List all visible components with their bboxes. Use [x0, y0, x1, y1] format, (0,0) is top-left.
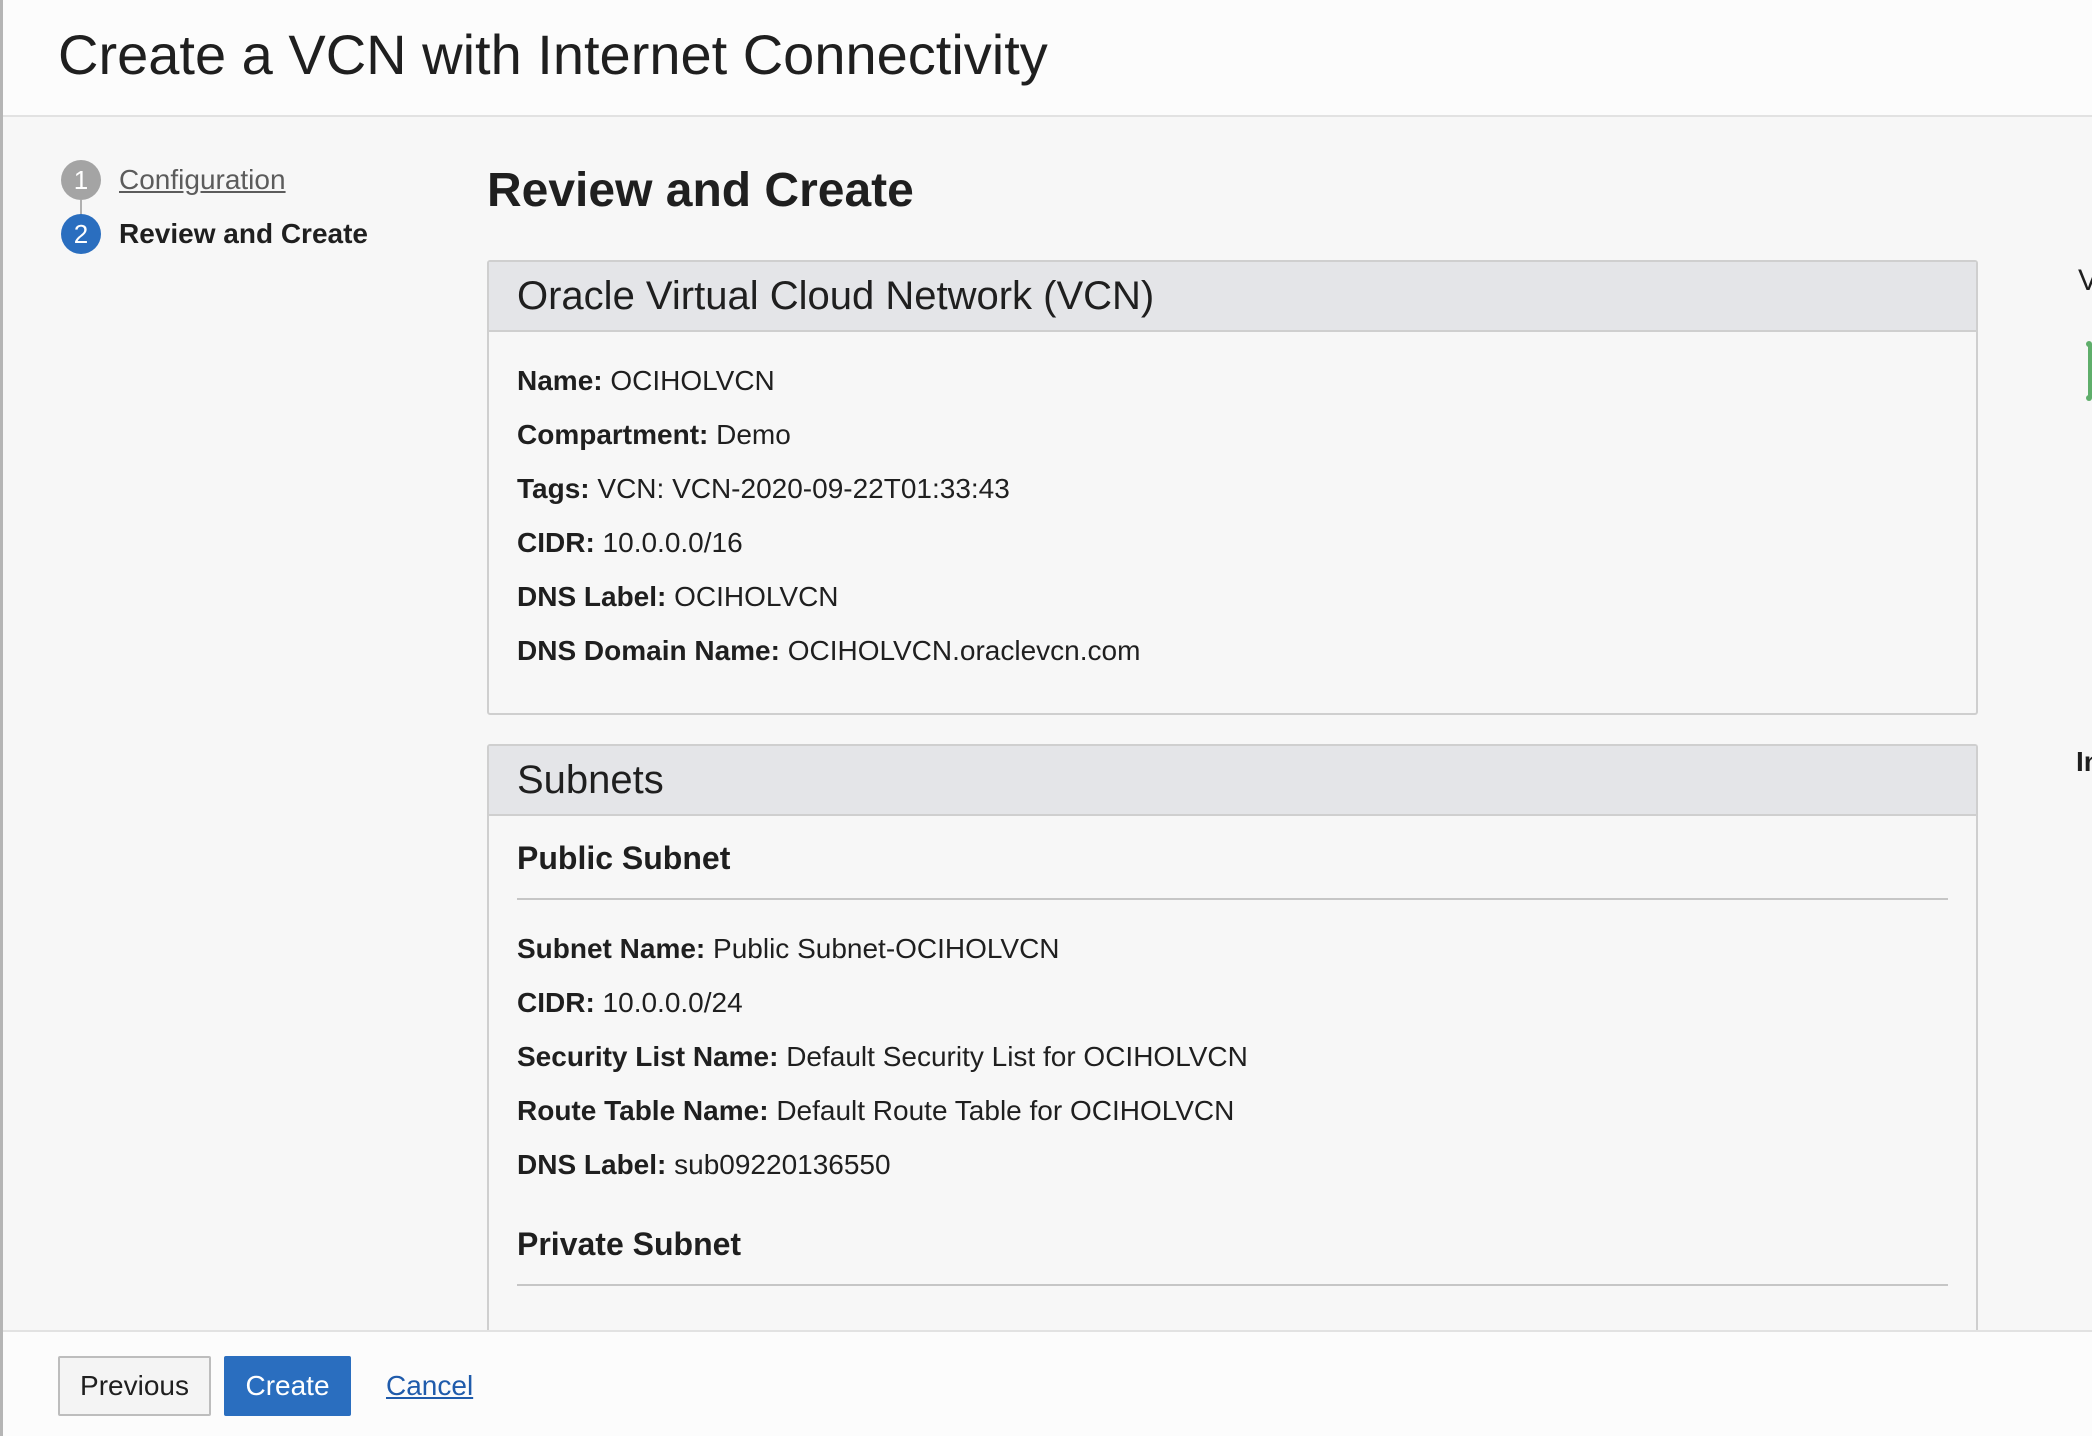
field-label: CIDR:: [517, 987, 595, 1018]
step-review-label: Review and Create: [119, 218, 368, 249]
field-label: DNS Label:: [517, 581, 667, 612]
create-button[interactable]: Create: [224, 1356, 351, 1416]
field-value: Default Security List for OCIHOLVCN: [786, 1041, 1248, 1072]
step-number-badge: 2: [61, 214, 101, 254]
field-label: Name:: [517, 365, 603, 396]
subnets-card-header: Subnets: [489, 746, 1976, 816]
vcn-summary-card: Oracle Virtual Cloud Network (VCN) Name:…: [487, 260, 1978, 715]
subnets-card-title: Subnets: [517, 757, 664, 802]
subnet-route-table-row: Route Table Name: Default Route Table fo…: [517, 1084, 1948, 1138]
vcn-card-header: Oracle Virtual Cloud Network (VCN): [489, 262, 1976, 332]
vcn-cidr-row: CIDR: 10.0.0.0/16: [517, 516, 1948, 570]
private-subnet-heading: Private Subnet: [517, 1202, 1948, 1286]
vcn-dns-label-row: DNS Label: OCIHOLVCN: [517, 570, 1948, 624]
step-configuration[interactable]: 1 Configuration: [61, 160, 286, 200]
cancel-link[interactable]: Cancel: [386, 1370, 473, 1402]
vcn-tags-row: Tags: VCN: VCN-2020-09-22T01:33:43: [517, 462, 1948, 516]
field-value: Demo: [716, 419, 791, 450]
subnet-cidr-row: CIDR: 10.0.0.0/24: [517, 976, 1948, 1030]
page-title: Create a VCN with Internet Connectivity: [58, 23, 1048, 86]
page-header: Create a VCN with Internet Connectivity: [3, 0, 2092, 117]
field-value: Default Route Table for OCIHOLVCN: [776, 1095, 1235, 1126]
vcn-card-title: Oracle Virtual Cloud Network (VCN): [517, 273, 1155, 318]
field-label: Tags:: [517, 473, 590, 504]
field-value: OCIHOLVCN: [610, 365, 775, 396]
vcn-compartment-row: Compartment: Demo: [517, 408, 1948, 462]
diagram-connector-icon: [2086, 341, 2092, 401]
field-value: sub09220136550: [674, 1149, 891, 1180]
field-value: 10.0.0.0/24: [602, 987, 743, 1018]
section-title: Review and Create: [487, 164, 914, 217]
field-value: Public Subnet-OCIHOLVCN: [713, 933, 1060, 964]
subnet-dns-label-row: DNS Label: sub09220136550: [517, 1138, 1948, 1192]
field-value: OCIHOLVCN.oraclevcn.com: [787, 635, 1141, 666]
vcn-dns-domain-row: DNS Domain Name: OCIHOLVCN.oraclevcn.com: [517, 624, 1948, 678]
field-value: OCIHOLVCN: [674, 581, 839, 612]
previous-button[interactable]: Previous: [58, 1356, 211, 1416]
right-panel-clipped-label: In: [2076, 746, 2092, 777]
field-label: DNS Domain Name:: [517, 635, 780, 666]
right-panel-clipped-text: V: [2078, 264, 2092, 297]
field-value: 10.0.0.0/16: [602, 527, 743, 558]
step-number-badge: 1: [61, 160, 101, 200]
subnet-name-row: Subnet Name: Public Subnet-OCIHOLVCN: [517, 922, 1948, 976]
field-label: CIDR:: [517, 527, 595, 558]
field-label: Subnet Name:: [517, 933, 706, 964]
field-label: Security List Name:: [517, 1041, 779, 1072]
field-label: DNS Label:: [517, 1149, 667, 1180]
field-value: VCN: VCN-2020-09-22T01:33:43: [597, 473, 1010, 504]
field-label: Route Table Name:: [517, 1095, 769, 1126]
window-left-border: [0, 0, 3, 1436]
public-subnet-heading: Public Subnet: [517, 816, 1948, 900]
field-label: Compartment:: [517, 419, 709, 450]
wizard-footer: Previous Create Cancel: [3, 1330, 2092, 1436]
step-configuration-link[interactable]: Configuration: [119, 164, 286, 196]
subnet-security-list-row: Security List Name: Default Security Lis…: [517, 1030, 1948, 1084]
vcn-name-row: Name: OCIHOLVCN: [517, 354, 1948, 408]
subnets-card: Subnets Public Subnet Subnet Name: Publi…: [487, 744, 1978, 1344]
step-review-and-create: 2 Review and Create: [61, 214, 368, 254]
